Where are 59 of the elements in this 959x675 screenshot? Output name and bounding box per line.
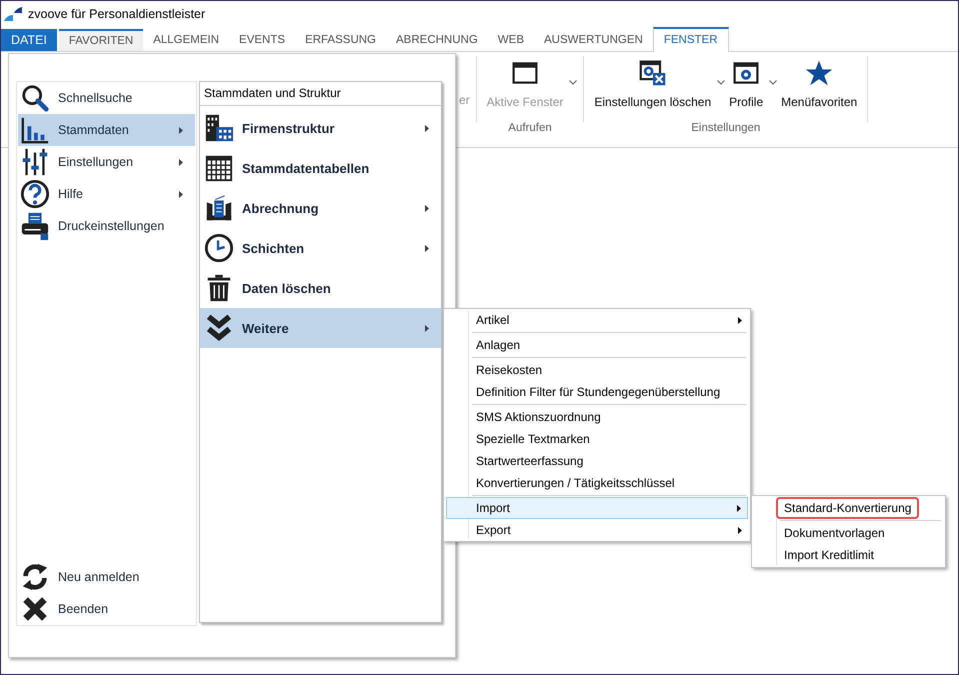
menu-item[interactable]: Daten löschen	[200, 268, 441, 308]
search-icon	[20, 83, 50, 113]
menu-item[interactable]: Startwerteerfassung	[446, 450, 748, 472]
logo-icon	[4, 7, 22, 21]
star-icon	[804, 59, 834, 87]
ribbon-tab[interactable]: AUSWERTUNGEN	[534, 29, 653, 51]
menu-item[interactable]: Dokumentvorlagen	[754, 522, 943, 544]
menu-item[interactable]: Reisekosten	[446, 359, 748, 381]
grid-icon	[204, 153, 234, 183]
menu-item[interactable]: Import	[446, 497, 748, 519]
menu-item[interactable]: Hilfe	[18, 178, 195, 210]
menu-item[interactable]: Konvertierungen / Tätigkeitsschlüssel	[446, 472, 748, 494]
menu-item[interactable]: Definition Filter für Stundengegenüberstellung	[446, 381, 748, 403]
menu-item[interactable]: Firmenstruktur	[200, 108, 441, 148]
ribbon-tab[interactable]: WEB	[488, 29, 534, 51]
menu-item[interactable]: Stammdaten	[18, 114, 195, 146]
menu-item[interactable]: Stammdatentabellen	[200, 148, 441, 188]
menu-item[interactable]: SMS Aktionszuordnung	[446, 406, 748, 428]
bar-chart-icon	[20, 115, 50, 145]
ribbon-tab[interactable]: FAVORITEN	[58, 29, 144, 51]
help-icon	[20, 179, 50, 209]
menu-item[interactable]: Standard-Konvertierung	[776, 497, 920, 519]
printer-icon	[20, 211, 50, 241]
ribbon-tab[interactable]: EVENTS	[229, 29, 296, 51]
ribbon-button[interactable]: Einstellungen löschen	[590, 52, 716, 114]
menu-item[interactable]: Artikel	[446, 309, 748, 331]
ribbon-button[interactable]: Profile	[725, 52, 768, 114]
ribbon-tab[interactable]: DATEI	[1, 29, 57, 51]
ribbon-tab[interactable]: ABRECHNUNG	[386, 29, 488, 51]
submenu-header: Stammdaten und Struktur	[200, 82, 441, 106]
ribbon-group-label: Aufrufen	[507, 122, 553, 136]
refresh-icon	[20, 562, 50, 592]
menu-item[interactable]: Export	[446, 519, 748, 541]
ribbon-tab[interactable]: ERFASSUNG	[295, 29, 386, 51]
menu-item[interactable]: Abrechnung	[200, 188, 441, 228]
menu-item[interactable]: Spezielle Textmarken	[446, 428, 748, 450]
ribbon-group-label: Einstellungen	[690, 122, 762, 136]
ribbon-button-label: er	[459, 93, 470, 108]
menu-item[interactable]: Druckeinstellungen	[18, 210, 195, 242]
menu-item[interactable]: Weitere	[200, 308, 441, 348]
menu-item[interactable]: Anlagen	[446, 334, 748, 356]
menu-item[interactable]: Neu anmelden	[18, 561, 195, 593]
sliders-icon	[20, 147, 50, 177]
double-chevron-icon	[204, 313, 234, 343]
clock-icon	[204, 233, 234, 263]
menu-item[interactable]: Beenden	[18, 593, 195, 625]
caret-icon[interactable]	[717, 80, 726, 85]
menu-item[interactable]: Schnellsuche	[18, 82, 195, 114]
menu-item[interactable]: Einstellungen	[18, 146, 195, 178]
register-icon	[204, 193, 234, 223]
window-gear-icon	[638, 59, 668, 87]
menu-item[interactable]: Import Kreditlimit	[754, 544, 943, 566]
ribbon-tab[interactable]: FENSTER	[652, 27, 728, 52]
ribbon-button[interactable]: Menüfavoriten	[777, 52, 862, 114]
ribbon-tab[interactable]: ALLGEMEIN	[143, 29, 230, 51]
buildings-icon	[204, 113, 234, 143]
window-title: zvoove für Personaldienstleister	[28, 7, 206, 21]
menu-item[interactable]: Schichten	[200, 228, 441, 268]
caret-icon[interactable]	[769, 80, 778, 85]
